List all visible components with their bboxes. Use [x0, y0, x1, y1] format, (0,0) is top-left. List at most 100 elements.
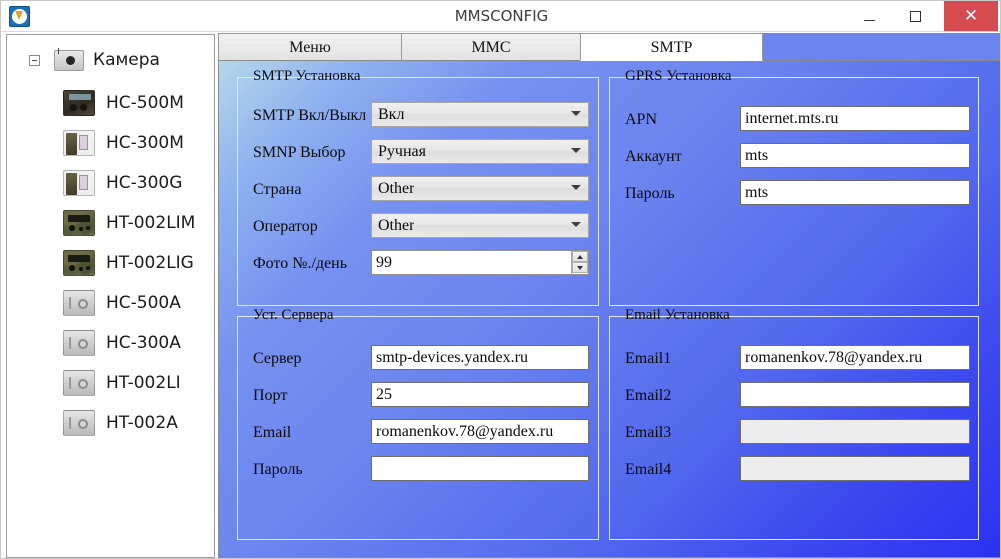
input-apn[interactable]: internet.mts.ru: [740, 106, 970, 131]
label-email2: Email2: [625, 387, 672, 404]
input-email2[interactable]: [740, 382, 970, 407]
tree-item-ht-002lig[interactable]: HT-002LIG: [7, 243, 214, 283]
tab-mmc[interactable]: MMC: [401, 33, 581, 61]
collapse-icon[interactable]: [29, 54, 40, 66]
form-row-field: Страна Other: [238, 175, 598, 205]
input-field[interactable]: mts: [740, 143, 970, 168]
tree-item-label: HC-500M: [106, 93, 184, 113]
input-email3: [740, 419, 970, 444]
trailcam-handheld-icon: [63, 130, 95, 156]
input-value: mts: [745, 184, 769, 201]
input-email4: [740, 456, 970, 481]
tree-item-hc-500a[interactable]: HC-500A: [7, 283, 214, 323]
form-row-field: Фото №./день 99: [238, 249, 598, 279]
input-field[interactable]: mts: [740, 180, 970, 205]
input-value: internet.mts.ru: [745, 110, 839, 127]
trailcam-camo-icon: [63, 250, 95, 276]
label-field: Оператор: [253, 218, 318, 235]
group-smtp-settings: SMTP Установка SMTP Вкл/Выкл Вкл SMNP Выбо…: [237, 68, 599, 306]
group-gprs-settings: GPRS Установка APN internet.mts.ru Аккаунт…: [609, 68, 979, 306]
form-row-field: Аккаунт mts: [610, 142, 978, 172]
spinner-down-icon[interactable]: [572, 262, 588, 273]
tree-item-hc-500m[interactable]: HC-500M: [7, 83, 214, 123]
label-smnp: SMNP Выбор: [253, 144, 346, 161]
input-value: smtp-devices.yandex.ru: [376, 349, 528, 366]
form-row-field: Оператор Other: [238, 212, 598, 242]
label-field: Сервер: [253, 350, 302, 367]
input-email1[interactable]: romanenkov.78@yandex.ru: [740, 345, 970, 370]
chevron-down-icon: [571, 222, 581, 227]
label-email1: Email1: [625, 350, 672, 367]
tree-item-hc-300m[interactable]: HC-300M: [7, 123, 214, 163]
tree-item-hc-300g[interactable]: HC-300G: [7, 163, 214, 203]
camera-list: HC-500M HC-300M HC-300G HT-002LIM HT-002LIG H…: [7, 83, 214, 443]
label-field: Пароль: [625, 185, 675, 202]
trailcam-darkbox-icon: [63, 90, 95, 116]
input-field[interactable]: smtp-devices.yandex.ru: [371, 345, 589, 370]
input-field[interactable]: 25: [371, 382, 589, 407]
tree-item-hc-300a[interactable]: HC-300A: [7, 323, 214, 363]
legend-border-mask: [249, 76, 367, 79]
camera-grey-icon: [63, 410, 95, 436]
tree-item-label: HT-002LI: [106, 373, 181, 393]
dropdown-field[interactable]: Other: [371, 176, 589, 201]
tree-item-ht-002lim[interactable]: HT-002LIM: [7, 203, 214, 243]
close-button[interactable]: ✕: [944, 1, 998, 31]
dropdown-value: Other: [378, 217, 415, 234]
chevron-down-icon: [571, 148, 581, 153]
label-email: Email: [253, 424, 292, 441]
tree-item-ht-002a[interactable]: HT-002A: [7, 403, 214, 443]
input-value: mts: [745, 147, 769, 164]
dropdown-smnp[interactable]: Ручная: [371, 139, 589, 164]
spinner-field[interactable]: 99: [371, 250, 589, 275]
spinner-up-icon[interactable]: [572, 251, 588, 262]
label-field: Порт: [253, 387, 288, 404]
spinner-value: 99: [376, 254, 392, 271]
label-field: Аккаунт: [625, 148, 682, 165]
close-icon: ✕: [963, 5, 979, 26]
app-icon: [9, 6, 30, 27]
tree-item-label: HC-300M: [106, 133, 184, 153]
dropdown-value: Ручная: [378, 143, 426, 160]
tree-item-label: HC-300A: [106, 333, 181, 353]
chevron-down-icon: [571, 185, 581, 190]
form-row-smtp: SMTP Вкл/Выкл Вкл: [238, 101, 598, 131]
camera-tree-panel[interactable]: Камера HC-500M HC-300M HC-300G HT-002LIM HT-…: [6, 34, 215, 558]
camera-grey-icon: [63, 370, 95, 396]
app-window: MMSCONFIG ✕ Камера HC-500M HC-300M HC-300G…: [0, 0, 1001, 559]
dropdown-smtp[interactable]: Вкл: [371, 102, 589, 127]
input-email[interactable]: romanenkov.78@yandex.ru: [371, 419, 589, 444]
input-value: romanenkov.78@yandex.ru: [376, 423, 554, 440]
form-row-field: Пароль: [238, 455, 598, 485]
group-email-settings: Email Установка Email1 romanenkov.78@yand…: [609, 307, 979, 540]
spinner-buttons: [571, 251, 588, 274]
title-bar: MMSCONFIG ✕: [1, 1, 1000, 32]
maximize-button[interactable]: [893, 1, 938, 31]
input-value: romanenkov.78@yandex.ru: [745, 349, 923, 366]
input-field[interactable]: [371, 456, 589, 481]
camera-grey-icon: [63, 290, 95, 316]
tab-strip: Меню MMC SMTP: [218, 33, 1000, 61]
dropdown-field[interactable]: Other: [371, 213, 589, 238]
form-row-smnp: SMNP Выбор Ручная: [238, 138, 598, 168]
legend-border-mask: [621, 76, 737, 79]
tree-item-ht-002li[interactable]: HT-002LI: [7, 363, 214, 403]
tree-root-camera[interactable]: Камера: [7, 43, 214, 77]
minimize-button[interactable]: [847, 1, 892, 31]
tree-root-label: Камера: [93, 50, 160, 70]
label-field: Фото №./день: [253, 255, 348, 272]
form-row-apn: APN internet.mts.ru: [610, 105, 978, 135]
label-field: Пароль: [253, 461, 303, 478]
form-row-field: Сервер smtp-devices.yandex.ru: [238, 344, 598, 374]
label-field: Страна: [253, 181, 302, 198]
tab-smtp[interactable]: SMTP: [580, 33, 763, 61]
form-row-email4: Email4: [610, 455, 978, 485]
trailcam-camo-icon: [63, 210, 95, 236]
tree-item-label: HC-500A: [106, 293, 181, 313]
form-row-email2: Email2: [610, 381, 978, 411]
tree-item-label: HC-300G: [106, 173, 183, 193]
tab-menu[interactable]: Меню: [218, 33, 402, 61]
form-row-email3: Email3: [610, 418, 978, 448]
form-row-email: Email romanenkov.78@yandex.ru: [238, 418, 598, 448]
input-value: 25: [376, 386, 392, 403]
